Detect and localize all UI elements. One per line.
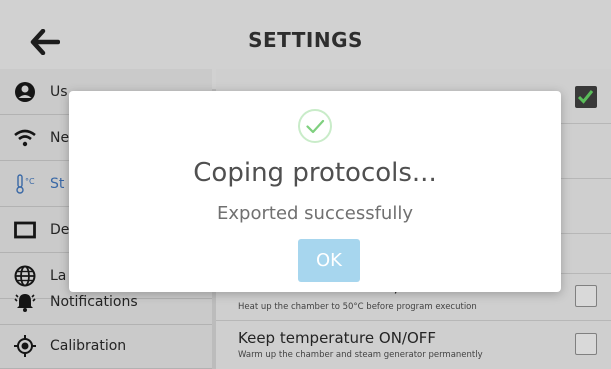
export-dialog: Coping protocols... Exported successfull… [69, 91, 561, 292]
dialog-title: Coping protocols... [193, 158, 437, 188]
app-frame: SETTINGS Us Ne °C St De La Notifications… [0, 0, 611, 369]
dialog-message: Exported successfully [217, 203, 413, 224]
ok-button[interactable]: OK [298, 239, 360, 282]
check-circle-icon [298, 109, 332, 143]
